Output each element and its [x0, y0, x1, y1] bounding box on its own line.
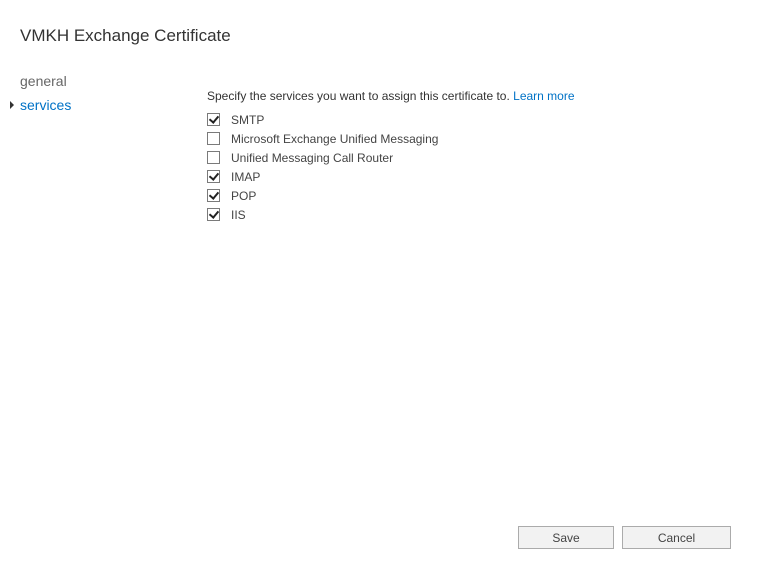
checkbox-label: Microsoft Exchange Unified Messaging	[231, 131, 439, 146]
checkbox-label: IIS	[231, 207, 246, 222]
save-button[interactable]: Save	[518, 526, 614, 549]
service-option-imap[interactable]: IMAP	[207, 167, 575, 186]
checkbox-label: Unified Messaging Call Router	[231, 150, 394, 165]
services-intro: Specify the services you want to assign …	[207, 89, 575, 103]
imap-checkbox[interactable]	[207, 170, 220, 183]
checkbox-label: SMTP	[231, 112, 265, 127]
nav-item-label: services	[20, 97, 72, 113]
service-option-iis[interactable]: IIS	[207, 205, 575, 224]
smtp-checkbox[interactable]	[207, 113, 220, 126]
checkbox-label: IMAP	[231, 169, 261, 184]
services-panel: Specify the services you want to assign …	[207, 89, 575, 224]
nav-item-general[interactable]: general	[8, 71, 71, 95]
checkbox-label: POP	[231, 188, 257, 203]
learn-more-link[interactable]: Learn more	[513, 89, 574, 103]
intro-text: Specify the services you want to assign …	[207, 89, 510, 103]
service-option-smtp[interactable]: SMTP	[207, 110, 575, 129]
dialog-title: VMKH Exchange Certificate	[20, 26, 231, 45]
caret-right-icon	[10, 101, 14, 109]
iis-checkbox[interactable]	[207, 208, 220, 221]
nav-item-label: general	[20, 73, 67, 89]
um-call-router-checkbox[interactable]	[207, 151, 220, 164]
service-option-um-call-router[interactable]: Unified Messaging Call Router	[207, 148, 575, 167]
service-option-pop[interactable]: POP	[207, 186, 575, 205]
side-nav: general services	[8, 71, 71, 119]
cancel-button[interactable]: Cancel	[622, 526, 731, 549]
service-option-unified-messaging[interactable]: Microsoft Exchange Unified Messaging	[207, 129, 575, 148]
nav-item-services[interactable]: services	[8, 95, 71, 119]
unified-messaging-checkbox[interactable]	[207, 132, 220, 145]
pop-checkbox[interactable]	[207, 189, 220, 202]
